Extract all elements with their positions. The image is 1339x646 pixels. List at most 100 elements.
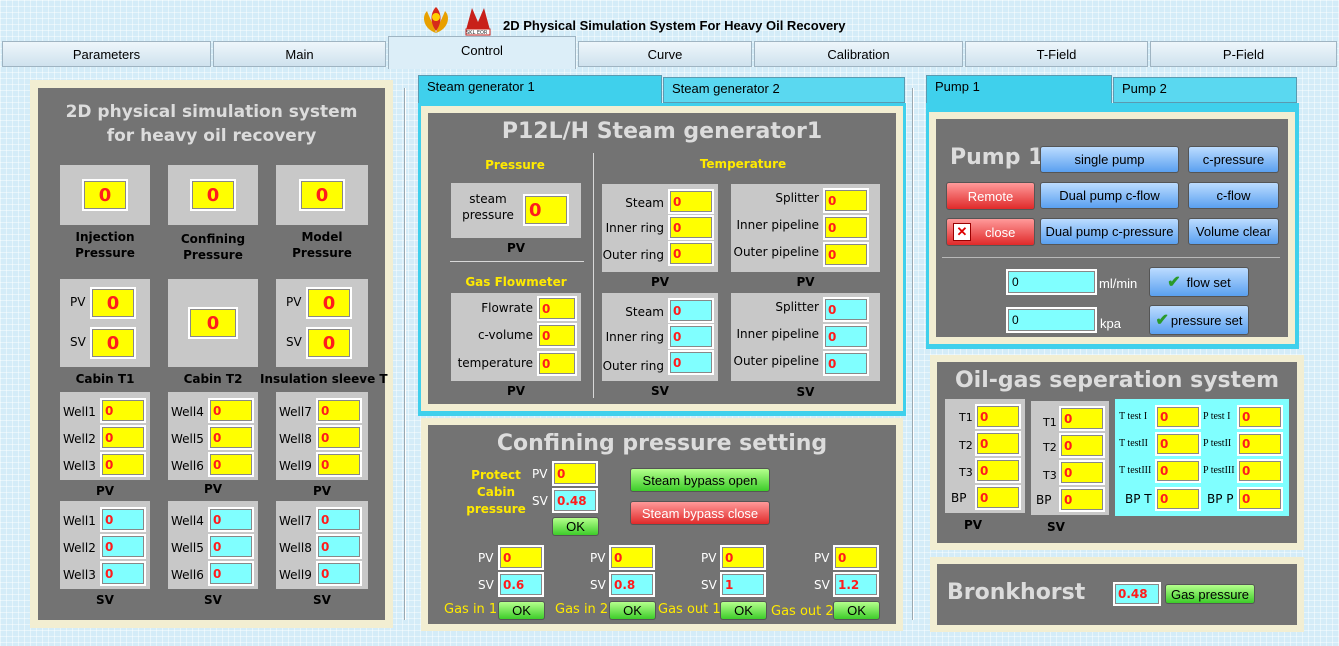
well7-pv-value: 0 [316,398,362,423]
checkmark-icon: ✔ [1167,274,1181,291]
pv-caption: PV [203,482,223,496]
well1-pv-value: 0 [100,398,146,423]
steam-bypass-close-button[interactable]: Steam bypass close [630,501,770,525]
gas-in-2-ok-button[interactable]: OK [609,601,656,620]
outer-pipeline-sv-value: 0 [823,351,869,376]
flow-set-button[interactable]: ✔ flow set [1149,267,1249,297]
oil-gas-title: Oil-gas seperation system [954,368,1280,393]
well6-sv-value: 0 [208,561,254,586]
tab-main[interactable]: Main [213,41,386,67]
c-volume-value: 0 [537,323,577,348]
confining-pressure-panel: Confining pressure setting Protect Cabin… [428,425,896,624]
sv-label: SV [478,578,494,592]
bp-label: BP [1036,493,1052,507]
inner-ring-pv-value: 0 [668,215,714,240]
t2-pv-value: 0 [975,431,1021,456]
protect-sv-value: 0.48 [552,488,598,513]
sv-caption: SV [796,385,815,399]
flowrate-label: Flowrate [481,301,533,315]
gas-out-1-ok-button[interactable]: OK [720,601,767,620]
well7-sv-value: 0 [316,507,362,532]
gas-out-2-ok-button[interactable]: OK [833,601,880,620]
well9-pv-value: 0 [316,452,362,477]
flow-input[interactable]: 0 [1006,269,1097,295]
sv-caption: SV [1047,520,1065,534]
well3-pv-value: 0 [100,452,146,477]
outer-pipeline-label: Outer pipeline [733,354,820,368]
wells-pv-group-3: Well7 0 Well8 0 Well9 0 [276,392,368,480]
well-label: Well9 [279,459,312,473]
well-label: Well4 [171,405,204,419]
temperature-label: temperature [457,356,533,370]
steam-generator-panel: P12L/H Steam generator1 Pressure steam p… [428,113,896,404]
tab-curve[interactable]: Curve [578,41,752,67]
c-flow-button[interactable]: c-flow [1188,182,1279,209]
c-pressure-button[interactable]: c-pressure [1188,146,1279,173]
volume-clear-button[interactable]: Volume clear [1188,218,1279,245]
gas-in-1-ok-button[interactable]: OK [498,601,545,620]
well5-sv-value: 0 [208,534,254,559]
pressure-set-button[interactable]: ✔ pressure set [1149,305,1249,335]
gas-pressure-button[interactable]: Gas pressure [1165,584,1255,604]
left-panel: 2D physical simulation system for heavy … [38,88,388,620]
steam-bypass-open-button[interactable]: Steam bypass open [630,468,770,492]
close-button[interactable]: ✕ close [946,218,1035,246]
pv-caption: PV [796,275,815,289]
protect-cabin-pressure-label: Protect Cabin pressure [466,468,526,516]
sv-label: SV [814,578,830,592]
pressure-input[interactable]: 0 [1006,307,1097,333]
gas-flowmeter-header: Gas Flowmeter [465,275,567,289]
well-label: Well7 [279,405,312,419]
steam-pressure-label: steam pressure [462,192,514,222]
tab-pump-1[interactable]: Pump 1 [926,75,1112,105]
bp-sv-value: 0 [1059,487,1105,512]
t-test-1-label: T test I [1119,411,1148,422]
dual-pump-c-pressure-button[interactable]: Dual pump c-pressure [1040,218,1179,245]
t1-sv-value: 0 [1059,406,1105,431]
cabin-t1-sv: 0 [90,327,136,359]
tab-control[interactable]: Control [388,36,576,69]
t-test-3-label: T testIII [1119,465,1152,476]
gas-temperature-value: 0 [537,351,577,376]
oilgas-pv-box: T1 0 T2 0 T3 0 BP 0 [945,399,1025,513]
tab-t-field[interactable]: T-Field [965,41,1148,67]
steam-sv-value: 0 [668,298,714,323]
well3-sv-value: 0 [100,561,146,586]
petrochina-logo-icon [424,7,448,33]
pv-label: PV [590,551,606,565]
p-test-2-value: 0 [1237,432,1283,456]
tab-steam-generator-2[interactable]: Steam generator 2 [663,77,905,103]
inner-pipeline-label: Inner pipeline [736,327,820,341]
flow-unit: ml/min [1099,276,1138,291]
wells-pv-group-2: Well4 0 Well5 0 Well6 0 [168,392,258,480]
remote-button[interactable]: Remote [946,182,1035,210]
bp-p-value: 0 [1237,487,1283,511]
single-pump-button[interactable]: single pump [1040,146,1179,173]
pv-label: PV [532,467,548,481]
well-label: Well5 [171,541,204,555]
app-title: 2D Physical Simulation System For Heavy … [503,18,846,33]
pv-label: PV [701,551,717,565]
confining-pressure-value: 0 [190,179,236,211]
splitter-label: Splitter [775,191,819,205]
tab-calibration[interactable]: Calibration [754,41,963,67]
pressure-unit: kpa [1100,316,1121,331]
outer-ring-label: Outer ring [602,248,664,262]
splitter-label: Splitter [775,300,819,314]
gas-in-2-label: Gas in 2 [555,602,609,617]
tab-steam-generator-1[interactable]: Steam generator 1 [418,75,662,105]
protect-ok-button[interactable]: OK [552,517,599,536]
dual-pump-c-flow-button[interactable]: Dual pump c-flow [1040,182,1179,209]
well-label: Well7 [279,514,312,528]
insulation-box: PV 0 SV 0 [276,279,368,367]
pv-caption: PV [506,384,526,398]
tab-p-field[interactable]: P-Field [1150,41,1337,67]
tab-pump-2[interactable]: Pump 2 [1113,77,1297,103]
inner-ring-label: Inner ring [605,221,664,235]
outer-ring-label: Outer ring [602,359,664,373]
inner-pipeline-sv-value: 0 [823,324,869,349]
well-label: Well4 [171,514,204,528]
t2-label: T2 [1043,441,1057,454]
gas-in-2-sv: 0.8 [609,572,655,597]
tab-parameters[interactable]: Parameters [2,41,211,67]
